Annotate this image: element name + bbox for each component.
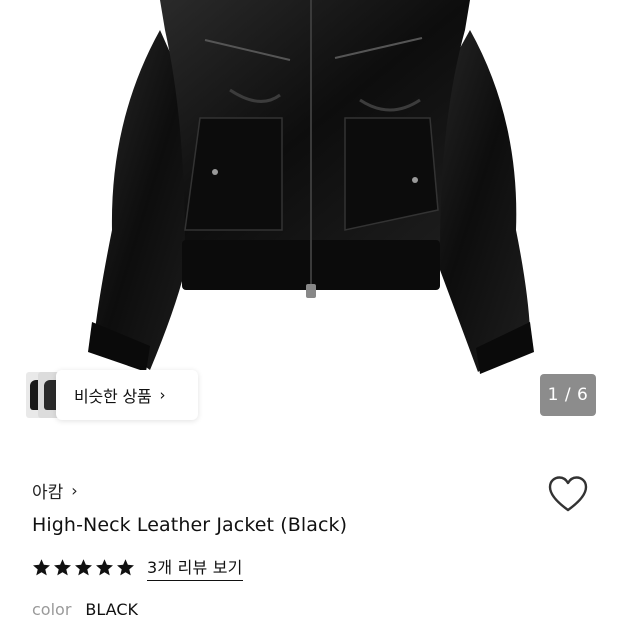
color-label: color <box>32 600 72 619</box>
star-filled-icon <box>75 559 92 576</box>
chevron-right-icon: › <box>159 386 166 404</box>
review-link[interactable]: 3개 리뷰 보기 <box>147 554 243 581</box>
wishlist-button[interactable] <box>546 474 590 514</box>
product-image-gallery[interactable]: 비슷한 상품 › 1 / 6 <box>0 0 620 440</box>
rating-row: 3개 리뷰 보기 <box>32 554 243 581</box>
color-value: BLACK <box>85 600 138 619</box>
chevron-right-icon: › <box>71 481 78 500</box>
color-row: color BLACK <box>32 600 138 619</box>
similar-products-button[interactable]: 비슷한 상품 › <box>26 370 198 420</box>
brand-link[interactable]: 아캄 › <box>32 478 78 503</box>
rating-stars <box>32 558 135 577</box>
star-filled-icon <box>96 559 113 576</box>
page-counter-text: 1 / 6 <box>547 385 589 405</box>
similar-products-label-box[interactable]: 비슷한 상품 › <box>56 370 198 420</box>
star-filled-icon <box>117 559 134 576</box>
star-filled-icon <box>54 559 71 576</box>
image-page-counter: 1 / 6 <box>540 374 596 416</box>
similar-products-label: 비슷한 상품 <box>74 387 152 406</box>
heart-outline-icon <box>548 476 588 512</box>
star-filled-icon <box>33 559 50 576</box>
product-title: High-Neck Leather Jacket (Black) <box>32 514 348 536</box>
brand-name: 아캄 <box>32 483 64 503</box>
